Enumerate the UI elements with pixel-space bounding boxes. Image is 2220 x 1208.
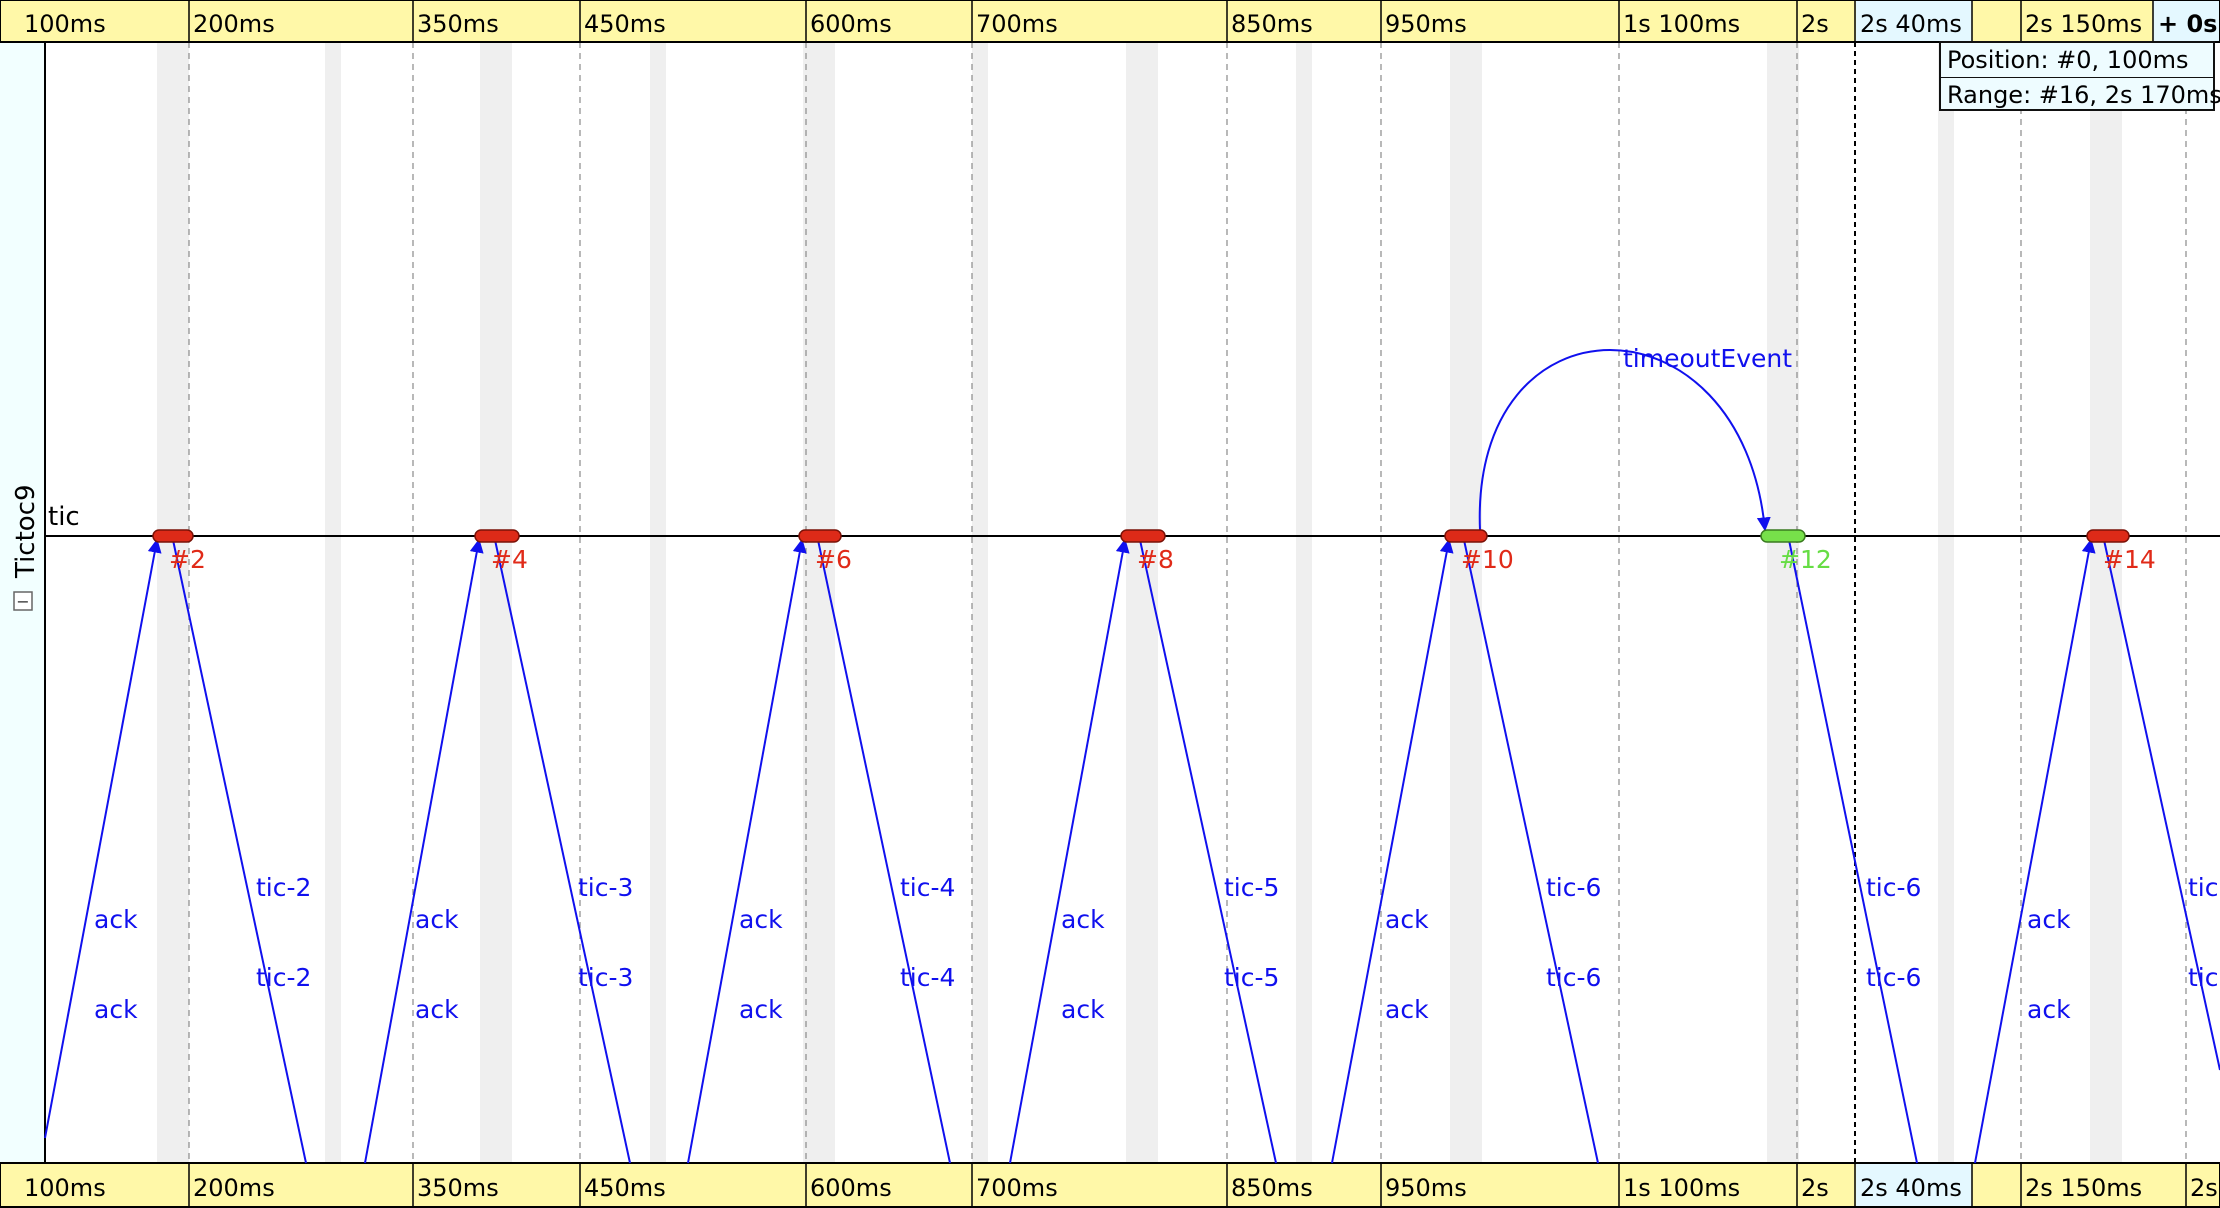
ruler-label: 2s 40ms xyxy=(1860,1174,1962,1202)
message-label: tic-5 xyxy=(1224,963,1279,992)
ruler-label: 450ms xyxy=(584,1174,666,1202)
message-label: tic xyxy=(2188,963,2219,992)
time-slice-band xyxy=(803,42,835,1163)
ruler-label: 2s xyxy=(1801,10,1829,38)
message-label: ack xyxy=(1385,995,1429,1024)
message-arrow-tic[interactable] xyxy=(1139,539,1277,1164)
event-marker[interactable] xyxy=(474,529,520,543)
collapse-toggle-symbol: − xyxy=(16,592,29,611)
axis-label: tic xyxy=(48,502,80,532)
message-label: tic-5 xyxy=(1224,873,1279,902)
message-arrow-ack[interactable] xyxy=(364,538,484,1164)
ruler-gap-label: + 0s xyxy=(2158,10,2217,38)
ruler-label: 950ms xyxy=(1385,1174,1467,1202)
message-arrow-ack[interactable] xyxy=(687,538,807,1164)
ruler-label: 2s 150ms xyxy=(2025,1174,2142,1202)
ruler-label: 1s 100ms xyxy=(1623,1174,1740,1202)
ruler-label: 850ms xyxy=(1231,10,1313,38)
event-label: #12 xyxy=(1779,545,1832,574)
event-marker[interactable] xyxy=(1120,529,1166,543)
message-label: ack xyxy=(2027,905,2071,934)
ruler-label: 2s 40ms xyxy=(1860,10,1962,38)
message-label: tic-3 xyxy=(578,963,633,992)
message-label: ack xyxy=(1061,995,1105,1024)
message-label: tic-2 xyxy=(256,963,311,992)
message-arrow-tic[interactable] xyxy=(1463,539,1599,1164)
ruler-label: 600ms xyxy=(810,1174,892,1202)
position-readout: Position: #0, 100ms xyxy=(1947,46,2189,74)
ruler-label: 350ms xyxy=(417,1174,499,1202)
message-arrow-ack[interactable] xyxy=(1331,538,1454,1164)
ruler-label: 100ms xyxy=(24,1174,106,1202)
ruler-label: 100ms xyxy=(24,10,106,38)
time-slice-band xyxy=(1767,42,1799,1163)
message-label: tic-6 xyxy=(1866,963,1921,992)
event-marker[interactable] xyxy=(1760,529,1806,543)
range-readout: Range: #16, 2s 170ms xyxy=(1941,77,2220,112)
message-label: tic-3 xyxy=(578,873,633,902)
message-label: tic-6 xyxy=(1546,963,1601,992)
time-slice-band xyxy=(650,42,666,1163)
sequence-chart[interactable]: 100ms 200ms 350ms 450ms 600ms 700ms 850m… xyxy=(0,0,2220,1208)
ruler-label: 2s xyxy=(2190,1174,2218,1202)
message-label: ack xyxy=(1061,905,1105,934)
time-slice-band xyxy=(157,42,189,1163)
ruler-label: 700ms xyxy=(976,1174,1058,1202)
event-label: #10 xyxy=(1461,545,1514,574)
ruler-label: 200ms xyxy=(193,1174,275,1202)
message-arrow-ack[interactable] xyxy=(44,538,162,1139)
event-marker[interactable] xyxy=(1444,529,1488,543)
module-name: Tictoc9 xyxy=(11,484,41,579)
message-label: ack xyxy=(739,995,783,1024)
message-label: ack xyxy=(415,995,459,1024)
message-label: tic-4 xyxy=(900,963,955,992)
ruler-label: 950ms xyxy=(1385,10,1467,38)
ruler-label: 600ms xyxy=(810,10,892,38)
sequence-chart-canvas[interactable]: 100ms 200ms 350ms 450ms 600ms 700ms 850m… xyxy=(0,0,2220,1208)
self-message-label: timeoutEvent xyxy=(1623,344,1792,373)
message-label: ack xyxy=(415,905,459,934)
event-label: #8 xyxy=(1137,545,1174,574)
ruler-label: 2s 150ms xyxy=(2025,10,2142,38)
event-marker[interactable] xyxy=(798,529,842,543)
message-label: ack xyxy=(739,905,783,934)
bottom-time-ruler[interactable]: 100ms 200ms 350ms 450ms 600ms 700ms 850m… xyxy=(0,1162,2220,1208)
event-label: #2 xyxy=(169,545,206,574)
ruler-label: 850ms xyxy=(1231,1174,1313,1202)
message-arrow-ack[interactable] xyxy=(1974,538,2096,1164)
time-slice-band xyxy=(480,42,512,1163)
ruler-label: 200ms xyxy=(193,10,275,38)
event-label: #4 xyxy=(491,545,528,574)
message-arrow-tic[interactable] xyxy=(172,539,307,1164)
message-label: tic-6 xyxy=(1866,873,1921,902)
message-arrow-tic[interactable] xyxy=(494,539,631,1164)
time-slice-band xyxy=(972,42,988,1163)
message-arrow-tic[interactable] xyxy=(817,539,951,1164)
time-slice-band xyxy=(325,42,341,1163)
message-arrow-ack[interactable] xyxy=(1009,538,1130,1164)
event-marker[interactable] xyxy=(2086,529,2130,543)
event-marker[interactable] xyxy=(152,529,194,543)
top-time-ruler[interactable]: 100ms 200ms 350ms 450ms 600ms 700ms 850m… xyxy=(0,0,2220,43)
message-label: ack xyxy=(94,905,138,934)
message-label: ack xyxy=(2027,995,2071,1024)
message-arrow-tic[interactable] xyxy=(1788,539,1918,1164)
message-label: tic-2 xyxy=(256,873,311,902)
message-label: tic-4 xyxy=(900,873,955,902)
message-label: tic-6 xyxy=(1546,873,1601,902)
event-label: #6 xyxy=(815,545,852,574)
message-label: tic xyxy=(2188,873,2219,902)
time-slice-band xyxy=(1296,42,1312,1163)
ruler-label: 2s xyxy=(1801,1174,1829,1202)
self-message-arc[interactable] xyxy=(1478,349,1771,532)
event-label: #14 xyxy=(2103,545,2156,574)
position-info-box: Position: #0, 100ms Range: #16, 2s 170ms xyxy=(1939,41,2220,112)
ruler-label: 700ms xyxy=(976,10,1058,38)
time-slice-band xyxy=(1938,42,1954,1163)
message-label: ack xyxy=(94,995,138,1024)
message-label: ack xyxy=(1385,905,1429,934)
ruler-label: 1s 100ms xyxy=(1623,10,1740,38)
ruler-label: 450ms xyxy=(584,10,666,38)
ruler-label: 350ms xyxy=(417,10,499,38)
